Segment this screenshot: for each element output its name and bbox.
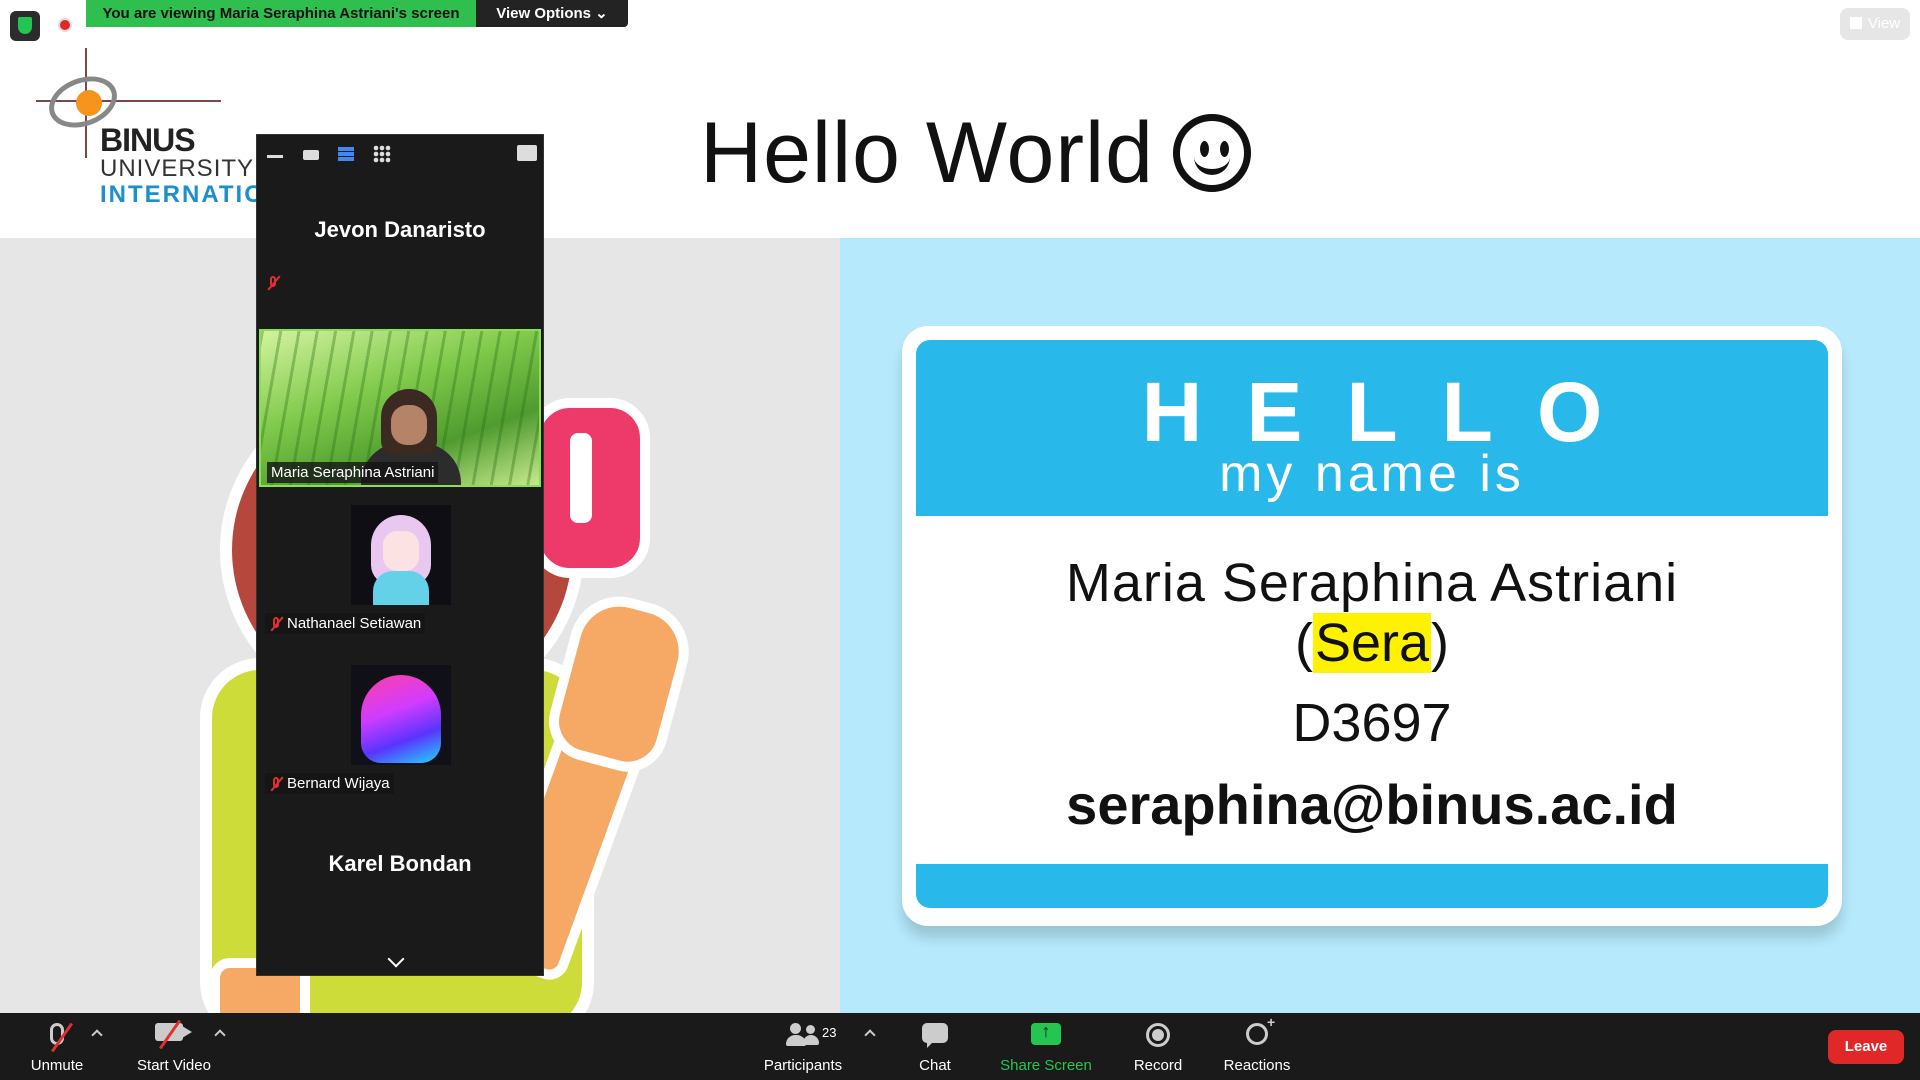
name-tag-email: seraphina@binus.ac.id [1066, 773, 1678, 836]
participants-button[interactable]: Participants [752, 1013, 854, 1080]
participant-tile[interactable]: Nathanael Setiawan [259, 487, 541, 647]
slide-name-tag-area: HELLO my name is Maria Seraphina Astrian… [840, 238, 1920, 1013]
start-video-button[interactable]: Start Video [126, 1013, 222, 1080]
participants-label: Participants [763, 1057, 843, 1074]
active-speaker-view-icon[interactable] [303, 150, 319, 160]
share-screen-icon [1031, 1021, 1061, 1045]
participants-options-caret-icon[interactable] [864, 1029, 876, 1041]
reactions-label: Reactions [1223, 1057, 1291, 1074]
view-button-label: View [1867, 15, 1901, 32]
reactions-icon [1246, 1014, 1275, 1045]
binus-logo: BINUS UNIVERSITY INTERNATIONAL [28, 48, 318, 208]
view-options-label: View Options [496, 5, 591, 22]
view-button[interactable]: View [1840, 8, 1910, 40]
share-screen-button[interactable]: Share Screen [992, 1013, 1100, 1080]
participant-name: Maria Seraphina Astriani [267, 462, 439, 483]
participant-name: Bernard Wijaya [287, 775, 390, 792]
security-shield-icon[interactable] [10, 11, 40, 41]
exit-panel-icon[interactable] [517, 145, 537, 161]
avatar [351, 505, 451, 605]
mic-muted-icon [50, 1022, 73, 1053]
name-tag-my-name-is: my name is [1219, 445, 1525, 503]
grid-icon [1849, 17, 1862, 29]
chat-icon [922, 1023, 948, 1048]
logo-text-university: UNIVERSITY [100, 155, 255, 182]
name-tag-full-name: Maria Seraphina Astriani [1065, 553, 1679, 613]
name-tag-nickname: Sera [1312, 613, 1432, 673]
start-video-label: Start Video [137, 1057, 211, 1074]
reactions-button[interactable]: Reactions [1216, 1013, 1298, 1080]
chat-button[interactable]: Chat [900, 1013, 970, 1080]
share-screen-label: Share Screen [1000, 1057, 1092, 1074]
logo-text-binus: BINUS [100, 122, 196, 158]
video-off-icon [155, 1019, 192, 1050]
name-tag: HELLO my name is Maria Seraphina Astrian… [902, 326, 1842, 926]
name-tag-code: D3697 [1292, 693, 1452, 753]
panel-toolbar [257, 135, 543, 171]
chevron-down-icon: ⌄ [595, 5, 608, 22]
minimize-icon[interactable] [267, 155, 283, 158]
leave-button[interactable]: Leave [1828, 1030, 1904, 1064]
participant-tile[interactable]: Bernard Wijaya [259, 649, 541, 809]
muted-mic-icon [268, 616, 284, 632]
record-button[interactable]: Record [1124, 1013, 1192, 1080]
unmute-label: Unmute [30, 1057, 84, 1074]
grid-view-icon[interactable] [373, 145, 391, 163]
participant-video [381, 389, 437, 455]
participants-icon [786, 1023, 820, 1047]
viewing-banner-text: You are viewing Maria Seraphina Astriani… [86, 0, 476, 27]
participant-name: Jevon Danaristo [314, 217, 486, 242]
view-options-button[interactable]: View Options ⌄ [476, 0, 628, 27]
record-icon [1146, 1023, 1170, 1047]
avatar [351, 665, 451, 765]
participant-name: Nathanael Setiawan [287, 615, 422, 632]
name-tag-nickname-line: (Sera) [902, 612, 1842, 674]
open-paren: ( [1294, 613, 1313, 673]
participant-tile-active-speaker[interactable]: Maria Seraphina Astriani [259, 329, 541, 487]
smiley-face-icon [1173, 114, 1251, 192]
chat-label: Chat [919, 1057, 951, 1074]
participant-name: Karel Bondan [328, 851, 472, 876]
participant-tile[interactable]: Karel Bondan [259, 811, 541, 941]
participant-tile[interactable]: Jevon Danaristo [259, 171, 541, 329]
participant-video-panel: Jevon Danaristo Maria Seraphina Astriani… [256, 134, 544, 976]
record-label: Record [1133, 1057, 1183, 1074]
participant-label: Bernard Wijaya [265, 773, 394, 794]
participant-label: Nathanael Setiawan [265, 613, 426, 634]
slide-title: Hello World [700, 105, 1154, 201]
unmute-button[interactable]: Unmute [18, 1013, 96, 1080]
muted-mic-icon [268, 776, 284, 792]
meeting-toolbar: Unmute Start Video Participants 23 Chat … [0, 1013, 1920, 1080]
recording-indicator-icon [58, 18, 72, 32]
participants-count: 23 [822, 1025, 837, 1040]
chevron-down-icon[interactable] [387, 950, 405, 968]
viewing-banner: You are viewing Maria Seraphina Astriani… [86, 0, 628, 27]
muted-mic-icon [265, 275, 281, 291]
strip-view-icon[interactable] [338, 147, 354, 161]
close-paren: ) [1431, 613, 1450, 673]
